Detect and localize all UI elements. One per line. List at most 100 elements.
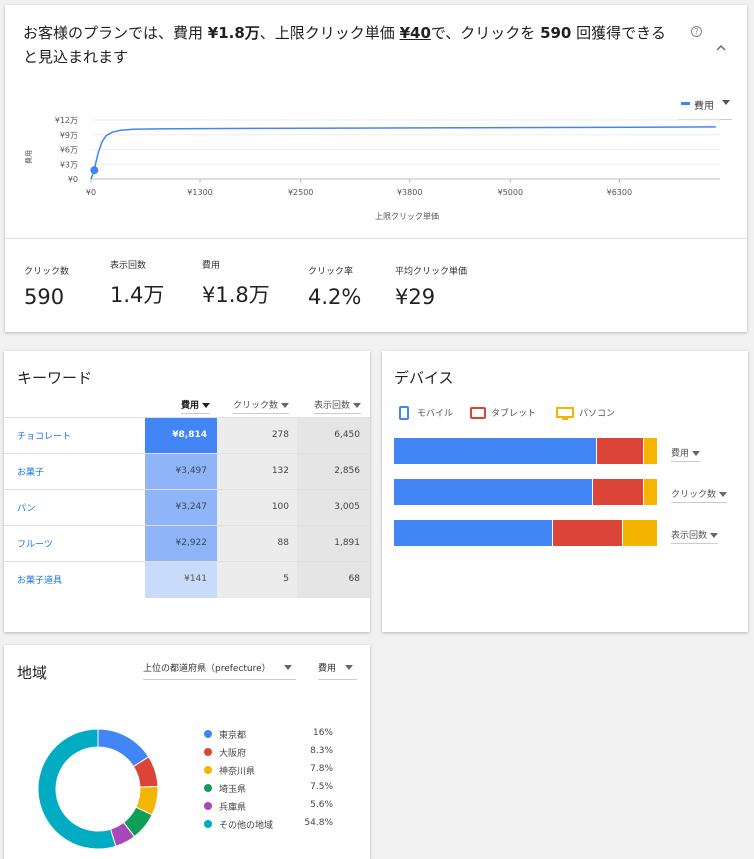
region-name: 埼玉県: [219, 785, 247, 795]
device-bar-segment: [644, 438, 657, 464]
keyword-cost: ¥141: [145, 562, 217, 598]
devices-card: デバイス モバイル タブレット パソコン 費用クリック数表示回数: [382, 351, 748, 632]
region-name: 兵庫県: [219, 803, 247, 813]
keyword-clicks: 100: [217, 490, 297, 526]
device-stacked-bar[interactable]: [394, 479, 657, 505]
device-metric-select[interactable]: 費用: [671, 446, 701, 462]
headline-max-cpc[interactable]: ¥40: [400, 24, 431, 42]
x-tick-label: ¥6300: [607, 188, 632, 197]
keyword-cost: ¥2,922: [145, 526, 217, 562]
chevron-down-icon: [722, 100, 730, 105]
keyword-clicks: 88: [217, 526, 297, 562]
y-tick-label: ¥0: [68, 175, 78, 184]
chevron-down-icon: [719, 492, 728, 497]
column-header-impressions[interactable]: 表示回数: [314, 398, 362, 414]
headline-clicks: 590: [540, 24, 572, 42]
sort-caret-icon: [353, 403, 362, 408]
forecast-headline: お客様のプランでは、費用 ¥1.8万、上限クリック単価 ¥40で、クリックを 5…: [23, 24, 666, 66]
column-header-cost[interactable]: 費用: [181, 398, 211, 414]
legend-mobile: モバイル: [417, 409, 454, 419]
keyword-cost: ¥8,814: [145, 418, 217, 454]
donut-slice[interactable]: [97, 728, 150, 768]
region-percent: 8.3%: [310, 746, 333, 756]
device-bar-segment: [394, 520, 552, 546]
metric-label: 表示回数: [110, 261, 147, 271]
headline-cost: ¥1.8万: [207, 24, 260, 42]
keyword-cost: ¥3,247: [145, 490, 217, 526]
region-legend-item: 埼玉県 7.5%: [201, 782, 341, 796]
mobile-icon: [399, 406, 409, 420]
keyword-impressions: 6,450: [297, 418, 370, 454]
region-legend-item: 東京都 16%: [201, 728, 341, 742]
legend-desktop: パソコン: [579, 409, 616, 419]
metric-value: ¥29: [395, 285, 436, 309]
region-level-select[interactable]: 上位の都道府県（prefecture）: [143, 661, 296, 680]
region-name: その他の地域: [219, 821, 274, 831]
x-axis-label: 上限クリック単価: [375, 211, 439, 221]
region-name: 東京都: [219, 731, 247, 741]
region-percent: 54.8%: [304, 818, 333, 828]
x-tick-label: ¥1300: [187, 188, 212, 197]
device-metric-select[interactable]: クリック数: [671, 487, 728, 503]
legend-dot: [204, 802, 212, 810]
devices-title: デバイス: [394, 369, 454, 387]
region-metric-select[interactable]: 費用: [318, 661, 357, 680]
legend-swatch: [681, 102, 690, 105]
sort-caret-icon: [281, 403, 290, 408]
sort-caret-icon: [202, 403, 211, 408]
y-axis-label: 費用: [24, 150, 33, 164]
device-stacked-bar[interactable]: [394, 438, 657, 464]
y-tick-label: ¥12万: [55, 116, 78, 125]
region-name: 神奈川県: [219, 767, 256, 777]
keyword-link[interactable]: パン: [17, 501, 35, 514]
keyword-clicks: 278: [217, 418, 297, 454]
metric-label: クリック率: [308, 267, 354, 277]
device-bar-segment: [597, 438, 643, 464]
x-tick-label: ¥0: [86, 188, 96, 197]
question-circle-icon[interactable]: ?: [691, 26, 702, 37]
device-bar-segment: [394, 438, 596, 464]
chevron-up-icon[interactable]: [716, 43, 726, 53]
keyword-impressions: 68: [297, 562, 370, 598]
regions-donut-chart[interactable]: [36, 727, 160, 851]
legend-tablet: タブレット: [491, 409, 537, 419]
keyword-link[interactable]: チョコレート: [17, 429, 71, 442]
device-bar-segment: [593, 479, 643, 505]
keyword-row[interactable]: チョコレート ¥8,814 278 6,450: [4, 417, 370, 454]
metric-clicks: クリック数 590: [24, 264, 69, 309]
keyword-impressions: 1,891: [297, 526, 370, 562]
metric-label: 平均クリック単価: [395, 267, 468, 277]
device-bar-segment: [644, 479, 657, 505]
keyword-link[interactable]: お菓子: [17, 465, 44, 478]
tablet-icon: [470, 407, 486, 419]
metric-value: ¥1.8万: [202, 283, 270, 307]
metric-value: 590: [24, 285, 65, 309]
keyword-row[interactable]: お菓子道具 ¥141 5 68: [4, 561, 370, 598]
device-metric-select[interactable]: 表示回数: [671, 528, 719, 544]
x-tick-label: ¥3800: [397, 188, 422, 197]
keyword-link[interactable]: フルーツ: [17, 537, 53, 550]
chevron-down-icon: [284, 665, 292, 670]
keyword-row[interactable]: パン ¥3,247 100 3,005: [4, 489, 370, 526]
device-stacked-bar[interactable]: [394, 520, 657, 546]
keyword-link[interactable]: お菓子道具: [17, 573, 62, 586]
legend-dot: [204, 730, 212, 738]
region-percent: 7.5%: [310, 782, 333, 792]
cost-curve-chart[interactable]: ¥0 ¥3万 ¥6万 ¥9万 ¥12万 ¥0 ¥1300 ¥2500 ¥3800 ¥5000 ¥63…: [5, 110, 747, 235]
keyword-impressions: 2,856: [297, 454, 370, 490]
metric-avg-cpc: 平均クリック単価 ¥29: [395, 264, 467, 309]
y-tick-label: ¥3万: [60, 160, 78, 169]
current-bid-marker: [90, 166, 99, 175]
column-header-clicks[interactable]: クリック数: [233, 398, 290, 414]
keyword-row[interactable]: お菓子 ¥3,497 132 2,856: [4, 453, 370, 490]
legend-dot: [204, 748, 212, 756]
device-bar-segment: [394, 479, 592, 505]
desktop-icon: [556, 407, 574, 420]
chevron-down-icon: [710, 533, 719, 538]
region-legend-item: その他の地域 54.8%: [201, 818, 341, 832]
regions-card: 地域 上位の都道府県（prefecture） 費用 東京都 16% 大阪府 8.3% 神…: [4, 645, 370, 859]
chevron-down-icon: [345, 665, 353, 670]
region-name: 大阪府: [219, 749, 247, 759]
region-percent: 7.8%: [310, 764, 333, 774]
keyword-row[interactable]: フルーツ ¥2,922 88 1,891: [4, 525, 370, 562]
